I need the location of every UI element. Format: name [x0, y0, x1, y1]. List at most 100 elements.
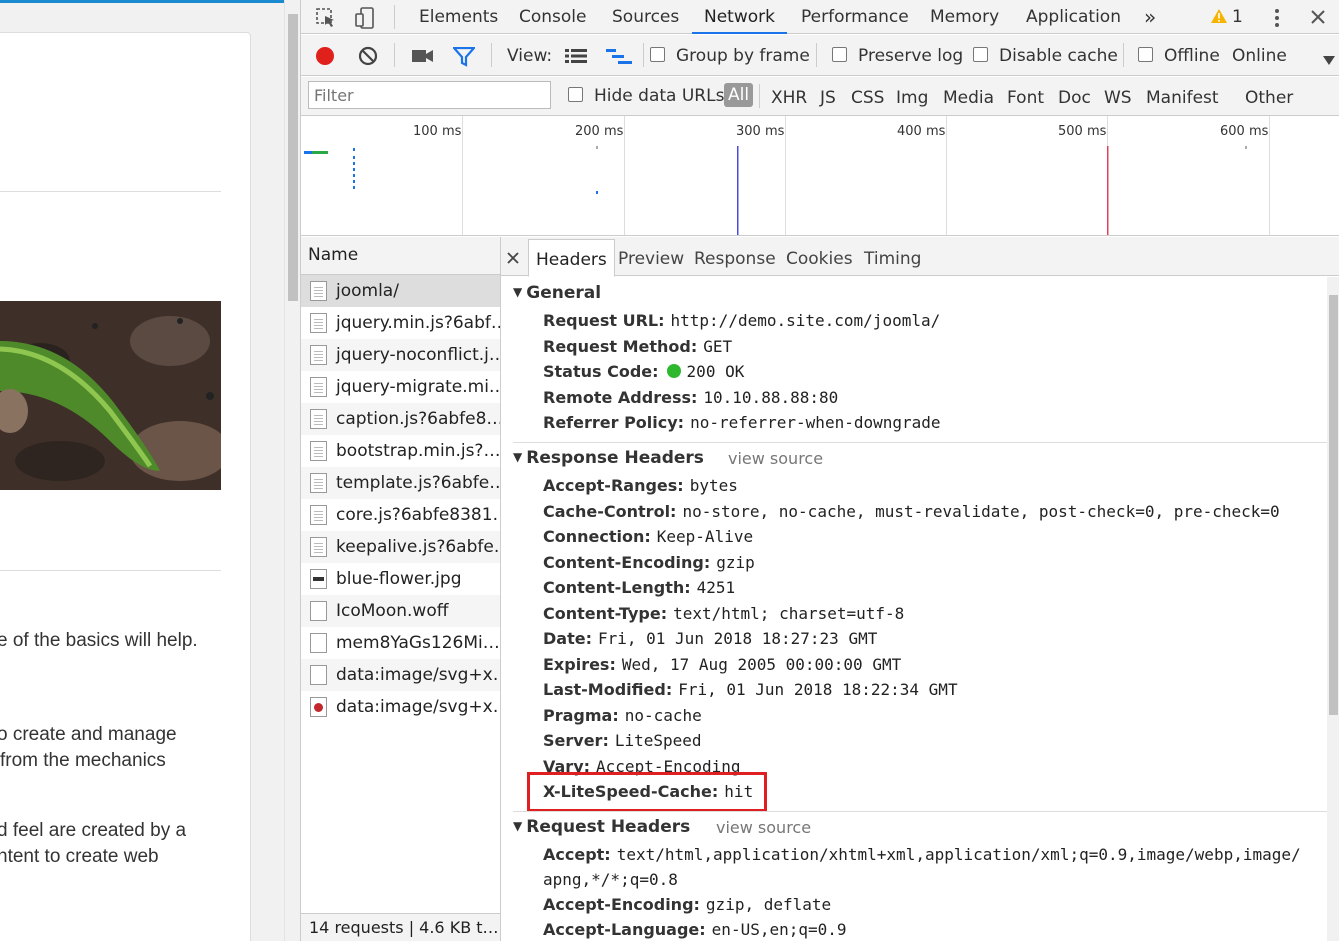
- tab-performance[interactable]: Performance: [801, 0, 909, 34]
- tab-network[interactable]: Network: [692, 0, 787, 34]
- large-rows-icon[interactable]: [565, 48, 587, 68]
- tab-timing[interactable]: Timing: [864, 237, 921, 276]
- header-row: Expires: Wed, 17 Aug 2005 00:00:00 GMT: [543, 655, 902, 674]
- section-divider: [513, 811, 1327, 812]
- throttling-select[interactable]: Online: [1232, 46, 1287, 66]
- waterfall-overview-icon[interactable]: [606, 48, 632, 70]
- more-tabs-button[interactable]: »: [1144, 0, 1156, 34]
- request-row[interactable]: jquery-migrate.mi…: [301, 371, 500, 403]
- tab-cookies[interactable]: Cookies: [786, 237, 853, 276]
- request-name: core.js?6abfe8381…: [336, 505, 500, 525]
- document-icon: [310, 505, 327, 525]
- request-name: jquery-noconflict.j…: [336, 345, 500, 365]
- header-row: Server: LiteSpeed: [543, 731, 702, 750]
- section-divider: [513, 442, 1327, 443]
- tab-headers[interactable]: Headers: [528, 239, 615, 277]
- screenshot-camera-icon[interactable]: [412, 48, 434, 68]
- network-overview-timeline[interactable]: 100 ms 200 ms 300 ms 400 ms 500 ms 600 m…: [301, 116, 1339, 236]
- request-row[interactable]: bootstrap.min.js?…: [301, 435, 500, 467]
- hide-data-urls-checkbox[interactable]: [568, 87, 583, 102]
- request-row[interactable]: mem8YaGs126Mi…: [301, 627, 500, 659]
- tab-console[interactable]: Console: [519, 0, 587, 34]
- document-icon: [310, 537, 327, 557]
- section-general-toggle[interactable]: ▼ General: [513, 283, 601, 303]
- filter-type-other[interactable]: Other: [1245, 88, 1293, 108]
- kebab-menu-icon[interactable]: [1274, 8, 1280, 32]
- disable-cache-checkbox[interactable]: [973, 47, 988, 62]
- group-by-frame-label: Group by frame: [676, 46, 810, 66]
- filter-type-js[interactable]: JS: [820, 88, 836, 108]
- request-name: IcoMoon.woff: [336, 601, 449, 621]
- triangle-down-icon: ▼: [513, 450, 523, 464]
- warning-icon[interactable]: [1210, 8, 1228, 28]
- filter-type-img[interactable]: Img: [896, 88, 928, 108]
- tab-response[interactable]: Response: [694, 237, 776, 276]
- column-header-name[interactable]: Name: [301, 237, 500, 275]
- preserve-log-checkbox[interactable]: [832, 47, 847, 62]
- request-row[interactable]: caption.js?6abfe8…: [301, 403, 500, 435]
- tab-elements[interactable]: Elements: [419, 0, 498, 34]
- device-toolbar-icon[interactable]: [354, 6, 376, 34]
- view-label: View:: [507, 46, 553, 66]
- header-row: Accept: text/html,application/xhtml+xml,a…: [543, 845, 1301, 864]
- article-image[interactable]: [0, 301, 221, 490]
- hide-data-urls-label: Hide data URLs: [594, 86, 725, 106]
- filter-input[interactable]: [308, 81, 551, 109]
- tab-sources[interactable]: Sources: [612, 0, 679, 34]
- filter-type-xhr[interactable]: XHR: [771, 88, 807, 108]
- filter-type-all[interactable]: All: [724, 83, 754, 107]
- tab-application[interactable]: Application: [1026, 0, 1121, 34]
- header-row: Pragma: no-cache: [543, 706, 702, 725]
- warning-count[interactable]: 1: [1232, 0, 1243, 34]
- request-summary: 14 requests | 4.6 KB t…: [301, 913, 500, 941]
- request-row[interactable]: keepalive.js?6abfe…: [301, 531, 500, 563]
- tab-preview[interactable]: Preview: [618, 237, 684, 276]
- highlight-annotation: [527, 772, 767, 812]
- chevron-down-icon[interactable]: [1323, 51, 1335, 70]
- request-row[interactable]: blue-flower.jpg: [301, 563, 500, 595]
- details-scrollbar-thumb[interactable]: [1329, 295, 1338, 715]
- inspect-element-icon[interactable]: [315, 7, 337, 33]
- page-scrollbar-thumb[interactable]: [288, 14, 298, 301]
- filter-type-css[interactable]: CSS: [851, 88, 884, 108]
- page-scrollbar[interactable]: [284, 0, 300, 941]
- request-row[interactable]: IcoMoon.woff: [301, 595, 500, 627]
- close-details-icon[interactable]: [507, 249, 519, 268]
- request-row[interactable]: joomla/: [301, 275, 500, 307]
- header-row: Content-Type: text/html; charset=utf-8: [543, 604, 905, 623]
- close-icon[interactable]: [1310, 9, 1326, 29]
- section-request-headers-toggle[interactable]: ▼ Request Headers: [513, 817, 690, 837]
- request-name: caption.js?6abfe8…: [336, 409, 500, 429]
- details-tab-bar: Headers Preview Response Cookies Timing: [501, 237, 1339, 277]
- request-row[interactable]: jquery-noconflict.j…: [301, 339, 500, 371]
- request-row[interactable]: jquery.min.js?6abf…: [301, 307, 500, 339]
- triangle-down-icon: ▼: [513, 285, 523, 299]
- request-row[interactable]: data:image/svg+x…: [301, 659, 500, 691]
- filter-type-manifest[interactable]: Manifest: [1146, 88, 1219, 108]
- disable-cache-label: Disable cache: [999, 46, 1118, 66]
- request-row[interactable]: template.js?6abfe…: [301, 467, 500, 499]
- details-scrollbar[interactable]: [1327, 277, 1339, 941]
- request-row[interactable]: core.js?6abfe8381…: [301, 499, 500, 531]
- filter-icon[interactable]: [451, 46, 477, 71]
- offline-checkbox[interactable]: [1138, 47, 1153, 62]
- filter-type-font[interactable]: Font: [1007, 88, 1044, 108]
- section-response-headers-toggle[interactable]: ▼ Response Headers: [513, 448, 704, 468]
- request-row[interactable]: data:image/svg+x…: [301, 691, 500, 723]
- filter-type-ws[interactable]: WS: [1104, 88, 1132, 108]
- header-row-continuation: apng,*/*;q=0.8: [543, 870, 678, 889]
- record-icon[interactable]: [315, 46, 335, 70]
- filter-type-doc[interactable]: Doc: [1058, 88, 1091, 108]
- group-by-frame-checkbox[interactable]: [650, 47, 665, 62]
- page-text-line: d feel are created by a: [0, 820, 187, 841]
- timeline-bars: [304, 146, 1247, 235]
- tab-memory[interactable]: Memory: [930, 0, 999, 34]
- view-source-link[interactable]: view source: [716, 818, 811, 837]
- view-source-link[interactable]: view source: [728, 449, 823, 468]
- header-row: Accept-Language: en-US,en;q=0.9: [543, 920, 847, 939]
- header-row: Request Method: GET: [543, 337, 733, 356]
- header-row: Last-Modified: Fri, 01 Jun 2018 18:22:34 …: [543, 680, 958, 699]
- request-name: data:image/svg+x…: [336, 697, 500, 717]
- clear-icon[interactable]: [358, 46, 378, 70]
- filter-type-media[interactable]: Media: [943, 88, 994, 108]
